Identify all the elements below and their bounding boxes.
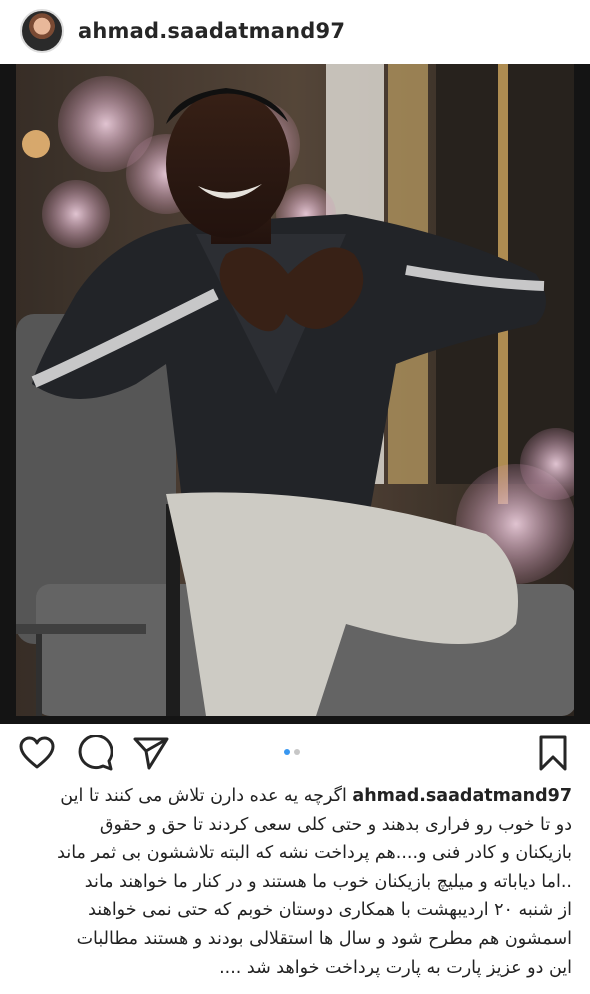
- post-photo-frame: [0, 64, 590, 724]
- caption-line: ahmad.saadatmand97 اگرچه یه عده دارن تلا…: [16, 782, 572, 811]
- comment-button[interactable]: [76, 734, 114, 772]
- photo-illustration: [16, 64, 574, 716]
- heart-outline-icon: [19, 736, 55, 769]
- bookmark-icon: [539, 735, 567, 771]
- save-button[interactable]: [534, 734, 572, 772]
- carousel-indicator: [284, 749, 300, 755]
- like-button[interactable]: [18, 734, 56, 772]
- caption-line: بازیکنان و کادر فنی و....هم پرداخت نشه ک…: [57, 843, 572, 864]
- caption-line: اسمشون هم مطرح شود و سال ها استقلالی بود…: [76, 928, 572, 949]
- caption-line: ..اما دیاباته و میلیچ بازیکنان خوب ما هس…: [84, 871, 572, 892]
- post-username[interactable]: ahmad.saadatmand97: [78, 19, 345, 43]
- share-button[interactable]: [132, 734, 170, 772]
- paper-plane-icon: [133, 737, 169, 770]
- carousel-dot: [294, 749, 300, 755]
- caption-line: این دو عزیز پارت به پارت پرداخت خواهد شد…: [219, 957, 572, 978]
- caption-line: دو تا خوب رو فراری بدهند و حتی کلی سعی ک…: [99, 814, 572, 835]
- profile-avatar[interactable]: [20, 9, 64, 53]
- post-photo[interactable]: [16, 64, 574, 716]
- post-caption: ahmad.saadatmand97 اگرچه یه عده دارن تلا…: [16, 782, 572, 982]
- carousel-dot-active: [284, 749, 290, 755]
- caption-text: اگرچه یه عده دارن تلاش می کنند تا این: [60, 786, 347, 806]
- caption-line: از شنبه ۲۰ اردیبهشت با همکاری دوستان خوب…: [88, 900, 572, 921]
- speech-bubble-icon: [78, 735, 113, 771]
- caption-username[interactable]: ahmad.saadatmand97: [352, 786, 572, 806]
- post-actions-bar: [0, 728, 590, 778]
- post-header: ahmad.saadatmand97: [0, 0, 590, 62]
